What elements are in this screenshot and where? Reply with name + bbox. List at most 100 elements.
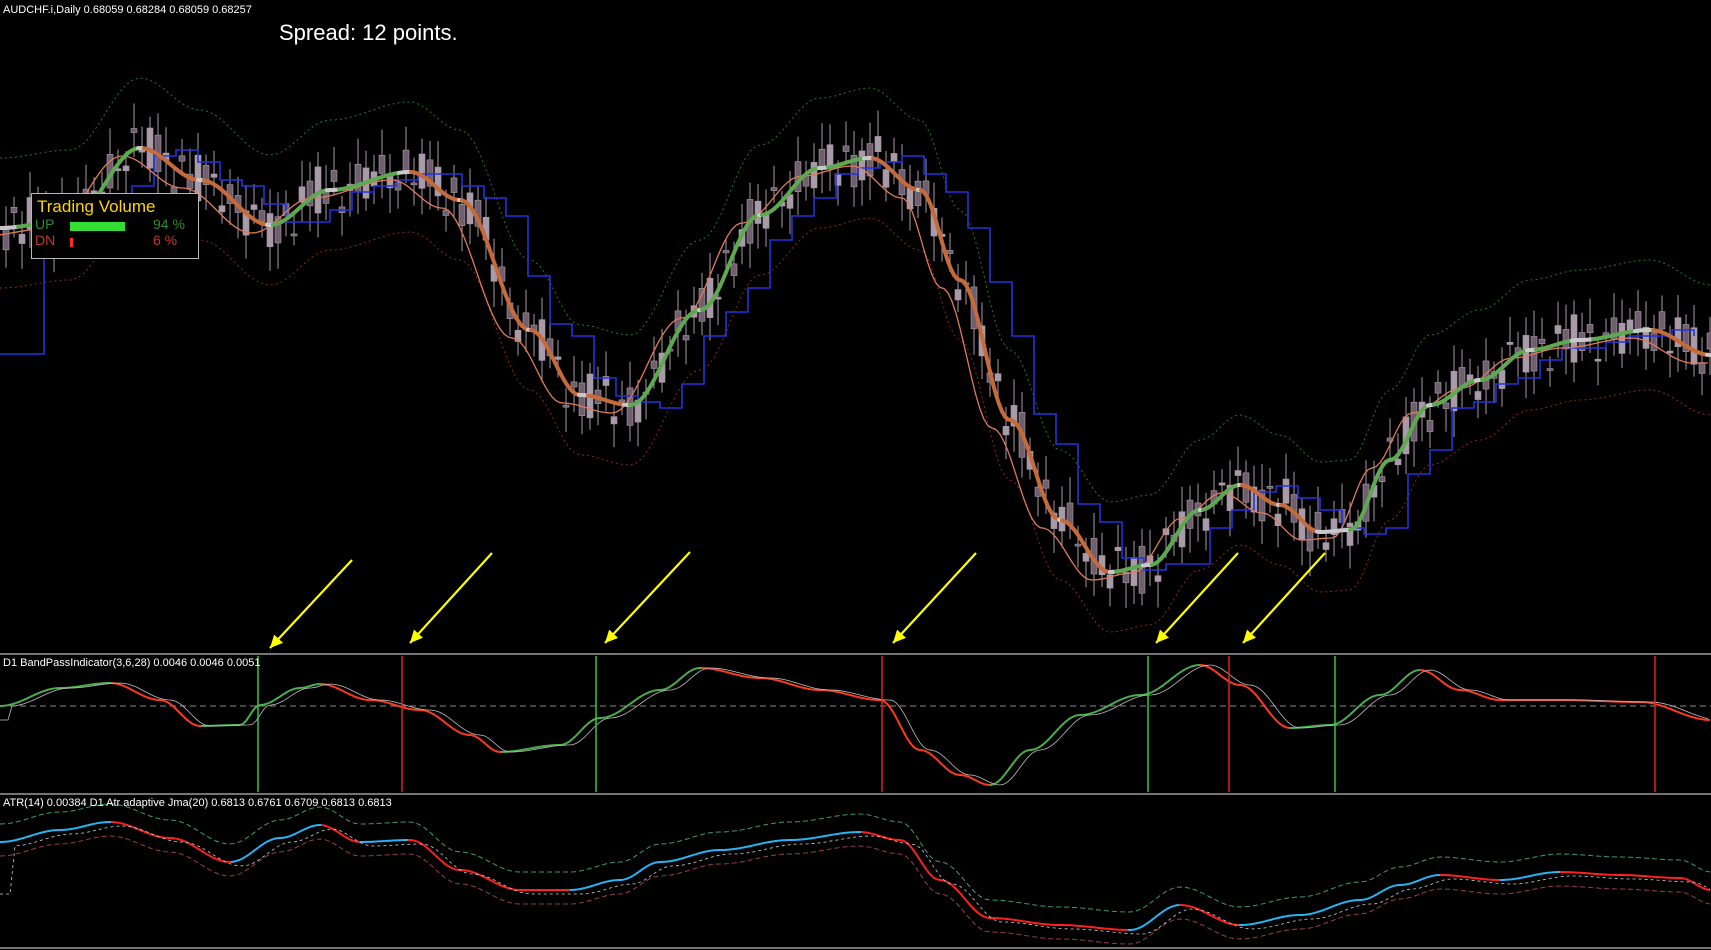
atr-jma-segment — [266, 839, 271, 843]
atr-jma-segment — [962, 895, 967, 901]
bandpass-segment — [887, 704, 892, 710]
atr-jma-segment — [1328, 905, 1333, 909]
atr-jma-segment — [83, 824, 88, 828]
bandpass-segment — [1088, 712, 1093, 715]
bandpass-segment — [1250, 689, 1255, 694]
atr-jma-segment — [233, 859, 238, 863]
atr-jma-segment — [1529, 874, 1534, 877]
candle-body — [1626, 319, 1634, 332]
bandpass-segment — [44, 688, 49, 692]
bandpass-segment — [803, 687, 808, 690]
atr-jma-segment — [902, 839, 907, 844]
bandpass-segment — [527, 747, 532, 750]
atr-jma-segment — [236, 858, 241, 862]
bandpass-segment — [797, 685, 802, 689]
bandpass-segment — [1259, 699, 1264, 705]
bandpass-segment — [1382, 692, 1387, 696]
atr-jma-segment — [176, 837, 181, 841]
candle-body — [258, 210, 266, 222]
candle-body — [1498, 369, 1506, 389]
candle-body — [762, 214, 770, 229]
atr-jma-segment — [1517, 876, 1522, 880]
bandpass-segment — [1085, 712, 1090, 716]
bandpass-segment — [1664, 706, 1669, 710]
bandpass-segment — [1112, 701, 1117, 705]
bandpass-segment — [440, 718, 445, 723]
atr-jma-segment — [452, 867, 457, 871]
bandpass-segment — [1262, 703, 1267, 709]
atr-jma-segment — [428, 848, 433, 853]
bandpass-segment — [743, 675, 748, 678]
atr-jma-segment — [752, 843, 757, 847]
bandpass-segment — [644, 691, 649, 696]
bandpass-segment — [1124, 695, 1129, 699]
bandpass-segment — [1433, 674, 1438, 679]
bandpass-segment — [794, 684, 799, 688]
bandpass-segment — [1385, 691, 1390, 695]
bandpass-segment — [494, 749, 499, 753]
atr-jma-segment — [1424, 876, 1429, 880]
upper-band-line — [0, 77, 1711, 503]
bandpass-segment — [14, 701, 19, 705]
bandpass-segment — [971, 777, 976, 781]
bandpass-segment — [443, 720, 448, 725]
bandpass-segment — [1430, 672, 1435, 677]
atr-jma-segment — [125, 823, 130, 827]
atr-jma-segment — [692, 853, 697, 857]
bandpass-segment — [1673, 709, 1678, 713]
atr-mid-band — [0, 825, 1711, 935]
bandpass-segment — [1232, 682, 1237, 686]
atr-jma-segment — [326, 825, 331, 829]
candle-body — [1378, 476, 1386, 482]
bandpass-segment — [392, 703, 397, 707]
bandpass-segment — [470, 734, 475, 737]
atr-jma-segment — [1385, 886, 1390, 890]
bandpass-segment — [1247, 686, 1252, 691]
atr-jma-segment — [77, 826, 82, 829]
candle-body — [994, 373, 1002, 382]
atr-jma-segment — [284, 835, 289, 839]
bandpass-segment — [1655, 703, 1660, 706]
atr-jma-segment — [323, 824, 328, 828]
candle-body — [250, 204, 258, 210]
atr-jma-segment — [1172, 904, 1177, 908]
atr-jma-segment — [482, 875, 487, 879]
candle-body — [730, 263, 738, 276]
bandpass-segment — [605, 715, 610, 719]
atr-jma-segment — [1133, 927, 1138, 931]
candle-body — [458, 203, 466, 226]
atr-jma-segment — [1343, 900, 1348, 904]
atr-jma-segment — [1160, 909, 1165, 914]
bandpass-segment — [662, 687, 667, 691]
atr-jma-segment — [827, 833, 832, 837]
atr-jma-segment — [953, 886, 958, 891]
bandpass-segment — [1478, 693, 1483, 697]
bandpass-segment — [20, 698, 25, 703]
bandpass-segment — [1049, 734, 1054, 739]
bandpass-segment — [602, 716, 607, 719]
bandpass-segment — [1043, 740, 1048, 745]
bandpass-segment — [1391, 686, 1396, 691]
bandpass-segment — [479, 738, 484, 743]
candle-body — [682, 335, 690, 341]
bandpass-segment — [278, 694, 283, 698]
atr-jma-segment — [1283, 915, 1288, 918]
bandpass-segment — [1142, 693, 1147, 696]
bandpass-segment — [1490, 697, 1495, 701]
candle-body — [290, 233, 298, 237]
bandpass-segment — [674, 679, 679, 684]
atr-jma-segment — [1163, 908, 1168, 912]
trading-chart-window[interactable]: AUDCHF.i,Daily 0.68059 0.68284 0.68059 0… — [0, 0, 1711, 950]
bandpass-segment — [164, 700, 169, 704]
atr-jma-segment — [1229, 922, 1234, 926]
atr-jma-segment — [587, 885, 592, 889]
candle-body — [578, 382, 586, 417]
candle-body — [570, 381, 578, 388]
bandpass-segment — [773, 678, 778, 682]
bandpass-segment — [614, 711, 619, 715]
atr-jma-segment — [1142, 923, 1147, 927]
bandpass-segment — [356, 696, 361, 700]
bandpass-segment — [1211, 668, 1216, 672]
bandpass-segment — [305, 685, 310, 689]
bandpass-segment — [332, 685, 337, 689]
